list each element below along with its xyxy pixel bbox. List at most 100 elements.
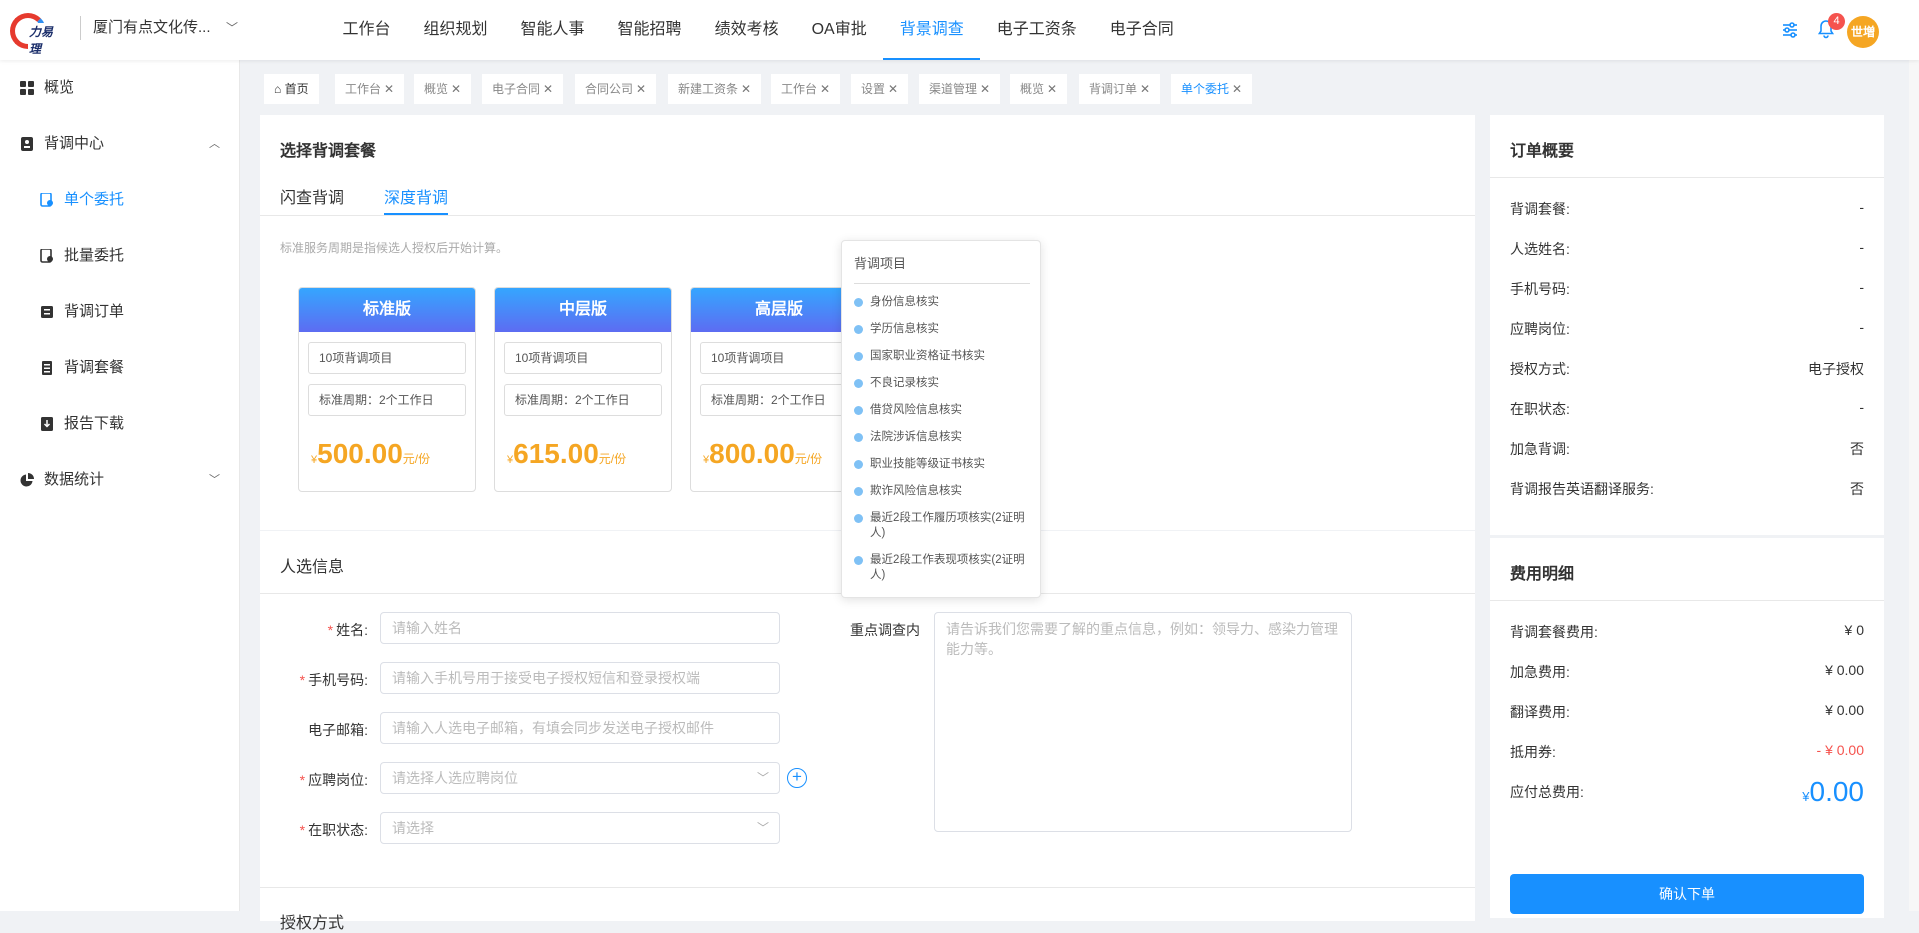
list-item: 国家职业资格证书核实 [854,349,1032,364]
summary-row: 应聘岗位: - [1510,319,1864,337]
close-icon[interactable]: ✕ [543,82,553,96]
sidebar-item-download[interactable]: 报告下载 [0,396,240,452]
sidebar-item-packages[interactable]: 背调套餐 [0,340,240,396]
tab-settings[interactable]: 设置 ✕ [851,74,909,104]
tab-workbench[interactable]: 工作台 ✕ [335,74,405,104]
order-summary: 订单概要 背调套餐: - 人选姓名: - 手机号码: - 应聘岗位: - 授权方式: 电子… [1490,115,1884,535]
sidebar-item-label: 背调中心 [44,135,105,152]
top-nav: 工作台 组织规划 智能人事 智能招聘 绩效考核 OA审批 背景调查 电子工资条 … [326,0,1190,60]
close-icon[interactable]: ✕ [741,82,751,96]
position-label: * 应聘岗位: [299,772,368,788]
total-row: 应付总费用: ¥0.00 [1510,776,1864,807]
section-title: 人选信息 [280,559,345,576]
package-period: 标准周期：2个工作日 [700,384,858,416]
package-name: 中层版 [495,288,671,332]
close-icon[interactable]: ✕ [820,82,830,96]
nav-oa[interactable]: OA审批 [795,0,883,60]
sidebar-item-bg-center[interactable]: 背调中心 ︿ [0,116,240,172]
tab-label: 概览 [1020,82,1045,96]
sidebar-item-label: 背调订单 [64,303,125,320]
package-card-mid[interactable]: 中层版 10项背调项目 标准周期：2个工作日 ¥615.00元/份 [494,287,672,492]
tab-single-entrust[interactable]: 单个委托 ✕ [1171,74,1253,104]
app-logo[interactable]: 力易理 [10,13,62,57]
nav-payslip[interactable]: 电子工资条 [980,0,1093,60]
tab-new-payslip[interactable]: 新建工资条 ✕ [668,74,762,104]
summary-row: 人选姓名: - [1510,239,1864,257]
phone-input[interactable]: 请输入手机号用于接受电子授权短信和登录授权端 [380,662,780,694]
tab-quick-check[interactable]: 闪查背调 [280,184,344,208]
nav-background-check[interactable]: 背景调查 [883,0,981,60]
list-item: 学历信息核实 [854,322,1032,337]
package-name: 标准版 [299,288,475,332]
tab-contract-company[interactable]: 合同公司 ✕ [575,74,657,104]
name-input[interactable]: 请输入姓名 [380,612,780,644]
add-position-icon[interactable]: + [787,768,807,788]
tab-label: 工作台 [345,82,382,96]
status-label: * 在职状态: [299,822,368,838]
nav-contract[interactable]: 电子合同 [1093,0,1190,60]
tab-home[interactable]: ⌂ 首页 [264,74,319,104]
fee-row: 加急费用: ¥ 0.00 [1510,662,1864,680]
package-items: 10项背调项目 [308,342,466,374]
nav-performance[interactable]: 绩效考核 [698,0,795,60]
close-icon[interactable]: ✕ [1140,82,1150,96]
package-items: 10项背调项目 [504,342,662,374]
tab-label: 设置 [861,82,886,96]
sidebar-item-single[interactable]: 单个委托 [0,172,240,228]
summary-row: 背调报告英语翻译服务: 否 [1510,481,1864,497]
main-area: ⌂ 首页 工作台 ✕ 概览 ✕ 电子合同 ✕ 合同公司 ✕ 新建工资条 ✕ 工作台 ✕ 设置… [240,60,1909,932]
summary-row: 在职状态: - [1510,399,1864,417]
close-icon[interactable]: ✕ [384,82,394,96]
close-icon[interactable]: ✕ [888,82,898,96]
sidebar-item-label: 批量委托 [64,247,125,264]
nav-workbench[interactable]: 工作台 [326,0,407,60]
chevron-down-icon: ﹀ [226,21,239,35]
chevron-up-icon: ︿ [209,138,220,150]
tab-bg-orders[interactable]: 背调订单 ✕ [1079,74,1161,104]
tab-channels[interactable]: 渠道管理 ✕ [919,74,1001,104]
sidebar-item-batch[interactable]: 批量委托 [0,228,240,284]
sliders-icon[interactable] [1781,21,1799,39]
active-tab-indicator [384,213,448,215]
close-icon[interactable]: ✕ [636,82,646,96]
divider [260,215,1475,216]
package-price: ¥500.00元/份 [311,438,431,469]
nav-smart-hr[interactable]: 智能人事 [504,0,601,60]
sidebar-item-stats[interactable]: 数据统计 ﹀ [0,452,240,508]
chevron-down-icon: ﹀ [209,474,220,486]
close-icon[interactable]: ✕ [1232,82,1242,96]
name-label: * 姓名: [327,622,368,638]
close-icon[interactable]: ✕ [980,82,990,96]
fee-row: 翻译费用: ¥ 0.00 [1510,702,1864,720]
page-scrollbar[interactable] [1909,0,1919,911]
tab-deep-check[interactable]: 深度背调 [384,184,448,208]
tab-overview-2[interactable]: 概览 ✕ [1010,74,1068,104]
package-period: 标准周期：2个工作日 [504,384,662,416]
tab-workbench-2[interactable]: 工作台 ✕ [771,74,841,104]
position-select[interactable]: 请选择人选应聘岗位 ﹀ [380,762,780,794]
email-input[interactable]: 请输入人选电子邮箱，有填会同步发送电子授权邮件 [380,712,780,744]
users-doc-icon [40,249,53,263]
sidebar-item-label: 报告下载 [64,415,125,432]
select-placeholder: 请选择人选应聘岗位 [392,770,518,786]
order-icon [41,306,53,318]
sidebar-item-orders[interactable]: 背调订单 [0,284,240,340]
confirm-order-button[interactable]: 确认下单 [1510,874,1864,914]
tab-label: 渠道管理 [929,82,978,96]
person-card-icon [21,137,33,151]
tab-overview[interactable]: 概览 ✕ [414,74,472,104]
employment-status-select[interactable]: 请选择 ﹀ [380,812,780,844]
tab-e-contract[interactable]: 电子合同 ✕ [482,74,564,104]
avatar[interactable]: 世増 [1847,16,1879,48]
company-switcher[interactable]: 厦门有点文化传... ﹀ [80,16,240,40]
pie-icon [20,473,34,487]
close-icon[interactable]: ✕ [451,82,461,96]
nav-org-planning[interactable]: 组织规划 [407,0,504,60]
package-card-standard[interactable]: 标准版 10项背调项目 标准周期：2个工作日 ¥500.00元/份 [298,287,476,492]
sidebar-item-label: 单个委托 [64,191,125,208]
sidebar-item-overview[interactable]: 概览 [0,60,240,116]
close-icon[interactable]: ✕ [1047,82,1057,96]
focus-textarea[interactable]: 请告诉我们您需要了解的重点信息，例如：领导力、感染力管理能力等。 [934,612,1352,832]
sidebar: 概览 背调中心 ︿ 单个委托 批量委托 背调订单 背调套餐 报告下载 数据统计 … [0,60,240,911]
nav-smart-recruit[interactable]: 智能招聘 [601,0,698,60]
